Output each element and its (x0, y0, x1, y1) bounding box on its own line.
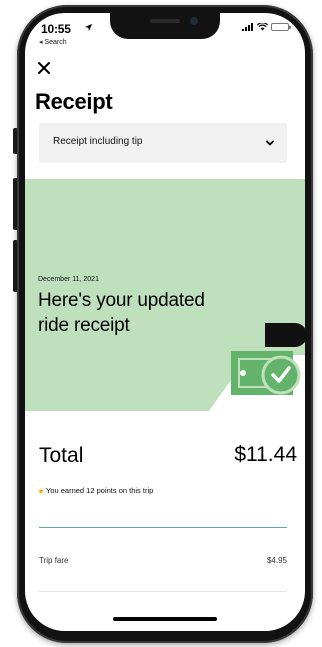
location-arrow-icon (84, 23, 93, 32)
status-time: 10:55 (41, 22, 71, 36)
home-indicator[interactable] (113, 617, 217, 621)
total-label: Total (39, 444, 84, 467)
speaker (150, 19, 180, 23)
status-icons (242, 23, 291, 31)
wifi-icon (257, 23, 268, 31)
signal-icon (242, 23, 253, 31)
front-camera (190, 17, 198, 25)
close-icon[interactable] (37, 61, 51, 75)
hero-heading: Here's your updated ride receipt (38, 290, 205, 336)
total-amount: $11.44 (234, 443, 297, 466)
receipt-date: December 11, 2021 (38, 276, 99, 283)
page-title: Receipt (35, 89, 113, 114)
section-divider (39, 527, 287, 528)
line-item-label: Trip fare (39, 556, 69, 565)
star-icon (38, 487, 44, 494)
line-item-divider (39, 591, 287, 592)
page: 10:55 ◂ Search Receipt Receipt including… (0, 0, 322, 647)
dropdown-selected-value: Receipt including tip (53, 136, 143, 147)
points-earned-row: You earned 12 points on this trip (38, 486, 153, 495)
points-earned-text: You earned 12 points on this trip (46, 486, 154, 495)
check-badge (261, 355, 301, 395)
car-window-shape (265, 323, 305, 347)
cash-note-dot (240, 370, 246, 376)
phone-screen: 10:55 ◂ Search Receipt Receipt including… (25, 13, 305, 631)
battery-icon (271, 23, 291, 31)
notch (110, 13, 220, 39)
receipt-type-dropdown[interactable]: Receipt including tip (39, 123, 287, 163)
line-item-value: $4.95 (266, 556, 287, 565)
chevron-down-icon (266, 140, 274, 146)
back-to-search-link[interactable]: ◂ Search (39, 38, 67, 46)
